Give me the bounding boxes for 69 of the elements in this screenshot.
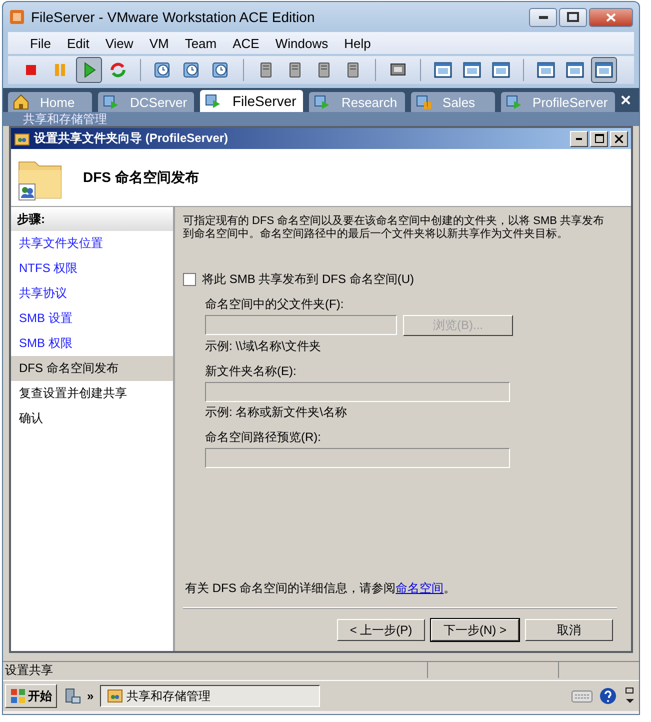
menu-item[interactable]: Edit (58, 36, 98, 50)
dialog-heading: DFS 命名空间发布 (83, 168, 199, 186)
keyboard-icon[interactable] (571, 689, 593, 703)
vm-running-icon (102, 93, 120, 111)
wizard-button[interactable]: 取消 (525, 619, 613, 641)
info-text: 有关 DFS 命名空间的详细信息，请参阅命名空间。 (183, 580, 617, 608)
window-icon (565, 60, 585, 80)
window-button[interactable] (591, 57, 617, 83)
field-label: 命名空间路径预览(R): (205, 429, 322, 446)
help-icon[interactable] (599, 687, 617, 705)
close-tab-button[interactable]: × (620, 90, 632, 110)
step-item[interactable]: 共享文件夹位置 (11, 231, 173, 256)
step-item[interactable]: SMB 权限 (11, 331, 173, 356)
field-label: 新文件夹名称(E): (205, 363, 298, 380)
maximize-icon (594, 134, 604, 143)
refresh-icon (108, 60, 128, 80)
people-folder-icon (14, 132, 30, 146)
server-icon[interactable] (63, 687, 81, 705)
menu-item[interactable]: VM (141, 36, 177, 50)
step-item[interactable]: 确认 (11, 406, 173, 431)
window-icon (433, 60, 453, 80)
window-title: 共享和存储管理 (22, 112, 108, 126)
menu-item[interactable]: File (22, 36, 59, 50)
window-icon (594, 60, 614, 80)
menu-item[interactable]: ACE (224, 36, 268, 50)
maximize-button[interactable] (559, 8, 587, 26)
vm-running-icon (504, 93, 523, 111)
checkbox[interactable] (183, 273, 196, 286)
start-button[interactable]: 开始 (5, 684, 57, 708)
close-icon (606, 12, 616, 22)
step-item[interactable]: SMB 设置 (11, 306, 173, 331)
home-icon (12, 93, 30, 111)
step-item[interactable]: 共享协议 (11, 281, 173, 306)
window-title: FileServer - VMware Workstation ACE Edition (31, 9, 316, 25)
field-label: 命名空间中的父文件夹(F): (205, 296, 345, 313)
wizard-button[interactable]: 下一步(N) > (431, 619, 519, 641)
menu-item[interactable]: Windows (267, 36, 336, 50)
people-folder-icon (106, 688, 123, 704)
window-icon (536, 60, 556, 80)
network-icon[interactable] (623, 687, 637, 705)
menu-item[interactable]: Team (176, 36, 225, 50)
step-item[interactable]: NTFS 权限 (11, 256, 173, 281)
description-text: 可指定现有的 DFS 命名空间以及要在该命名空间中创建的文件夹，以将 SMB 共享发布到命名空间中。命名空间路径中的最后一个文件夹将以新共享作为文件夹目标。 (183, 215, 606, 241)
tab[interactable]: FileServer (200, 90, 304, 112)
minimize-icon (576, 138, 582, 140)
chevron-button[interactable]: » (87, 689, 94, 703)
menu-item[interactable]: View (97, 36, 142, 50)
vm-paused-icon (414, 93, 433, 111)
play-button[interactable] (76, 57, 102, 83)
minimize-button[interactable] (529, 8, 557, 26)
step-item[interactable]: DFS 命名空间发布 (11, 356, 173, 381)
vmware-logo-icon (9, 9, 25, 25)
taskbar-button[interactable]: 共享和存储管理 (100, 685, 320, 707)
windows-flag-icon (10, 688, 26, 704)
status-text: 设置共享 (4, 662, 54, 678)
steps-heading: 步骤: (11, 207, 173, 231)
vm-running-icon (204, 92, 222, 110)
close-icon (615, 134, 623, 142)
menu-item[interactable]: Help (336, 36, 379, 50)
example-text: 示例: 名称或新文件夹\名称 (205, 404, 348, 421)
window-icon (491, 60, 511, 80)
example-text: 示例: \\域\名称\文件夹 (205, 338, 322, 355)
namespace-link[interactable]: 命名空间 (396, 581, 444, 595)
dialog-title: 设置共享文件夹向导 (ProfileServer) (34, 130, 230, 147)
vm-running-icon (313, 93, 332, 111)
checkbox-label: 将此 SMB 共享发布到 DFS 命名空间(U) (202, 271, 414, 288)
window-icon (462, 60, 482, 80)
wizard-button[interactable]: < 上一步(P) (337, 619, 425, 641)
step-item[interactable]: 复查设置并创建共享 (11, 381, 173, 406)
